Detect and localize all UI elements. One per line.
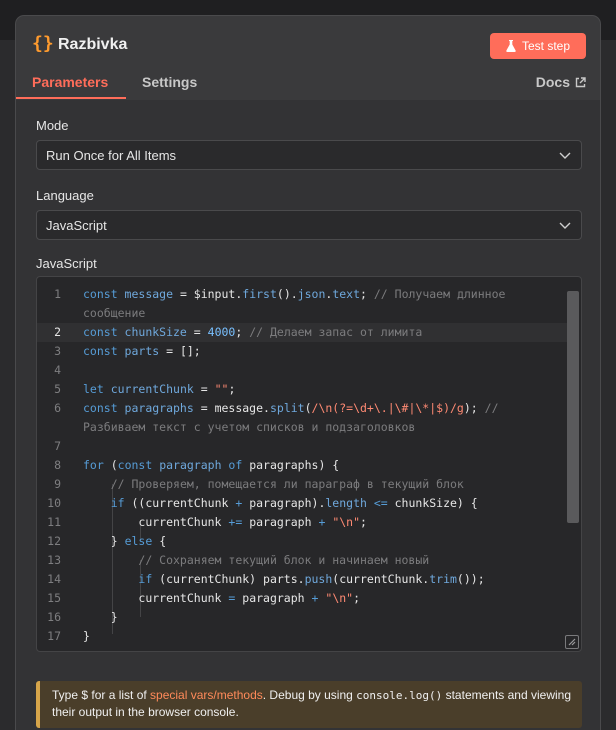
- language-label: Language: [36, 188, 94, 203]
- line-number: 13: [47, 553, 61, 567]
- code-line-text: let currentChunk = "";: [83, 382, 236, 396]
- code-line-text: currentChunk = paragraph + "\n";: [138, 591, 361, 605]
- test-step-label: Test step: [521, 39, 571, 53]
- code-line: 14 if (currentChunk) parts.push(currentC…: [37, 570, 567, 589]
- language-select-value: JavaScript: [46, 218, 107, 233]
- tab-settings[interactable]: Settings: [142, 74, 197, 90]
- code-line: 13 // Сохраняем текущий блок и начинаем …: [37, 551, 567, 570]
- docs-label: Docs: [535, 74, 570, 90]
- code-label: JavaScript: [36, 256, 97, 271]
- code-line-text: const parts = [];: [83, 344, 201, 358]
- mode-select-value: Run Once for All Items: [46, 148, 177, 163]
- code-line: 17 }: [37, 627, 567, 646]
- code-hint-notice: Type $ for a list of special vars/method…: [36, 681, 582, 728]
- test-step-button[interactable]: Test step: [490, 33, 586, 59]
- code-line: 1 const message = $input.first().json.te…: [37, 285, 567, 304]
- code-line: 3 const parts = [];: [37, 342, 567, 361]
- mode-select[interactable]: Run Once for All Items: [36, 140, 582, 170]
- code-line-text: const chunkSize = 4000; // Делаем запас …: [83, 325, 423, 339]
- line-number: 3: [54, 344, 61, 358]
- chevron-down-icon: [559, 222, 571, 229]
- code-line-text: if (currentChunk) parts.push(currentChun…: [138, 572, 485, 586]
- line-number: 7: [54, 439, 61, 453]
- code-line: 10 if ((currentChunk + paragraph).length…: [37, 494, 567, 513]
- external-link-icon: [575, 76, 586, 87]
- tab-parameters[interactable]: Parameters: [32, 74, 108, 90]
- line-number: 12: [47, 534, 61, 548]
- line-number: 17: [47, 629, 61, 643]
- hint-prefix: Type $ for a list of: [52, 688, 151, 702]
- hint-text: Type $ for a list of special vars/method…: [52, 687, 572, 720]
- code-line-text: }: [83, 629, 90, 643]
- code-line: 16 }: [37, 608, 567, 627]
- code-line: 12 } else {: [37, 532, 567, 551]
- node-title[interactable]: Razbivka: [58, 36, 127, 54]
- active-tab-indicator: [16, 97, 126, 99]
- line-number: 10: [47, 496, 61, 510]
- node-panel: {} Razbivka Test step Parameters Setting…: [16, 16, 600, 730]
- code-line: 7: [37, 437, 567, 456]
- line-number: 9: [54, 477, 61, 491]
- special-vars-link[interactable]: special vars/methods: [150, 688, 263, 702]
- resize-handle-icon[interactable]: [565, 635, 579, 649]
- code-line: 9 // Проверяем, помещается ли параграф в…: [37, 475, 567, 494]
- code-braces-icon: {}: [32, 33, 54, 54]
- code-line-text: // Сохраняем текущий блок и начинаем нов…: [138, 553, 430, 567]
- code-line-text: }: [110, 610, 118, 624]
- code-line: 4: [37, 361, 567, 380]
- node-header: {} Razbivka Test step: [16, 16, 600, 74]
- code-line-text: // Проверяем, помещается ли параграф в т…: [110, 477, 464, 491]
- code-editor[interactable]: 1 const message = $input.first().json.te…: [36, 276, 582, 652]
- line-number: 8: [54, 458, 61, 472]
- line-number: 1: [54, 287, 61, 301]
- code-line-text: const message = $input.first().json.text…: [83, 287, 506, 301]
- code-line: 8 for (const paragraph of paragraphs) {: [37, 456, 567, 475]
- line-number: 2: [54, 325, 61, 339]
- beaker-icon: [506, 40, 516, 52]
- code-line-text: сообщение: [83, 306, 146, 320]
- hint-console-log: console.log(): [356, 689, 443, 702]
- code-line: 15 currentChunk = paragraph + "\n";: [37, 589, 567, 608]
- editor-scrollbar[interactable]: [567, 291, 579, 523]
- code-line-text: currentChunk += paragraph + "\n";: [138, 515, 367, 529]
- code-line: 5 let currentChunk = "";: [37, 380, 567, 399]
- code-line-text: Разбиваем текст с учетом списков и подза…: [83, 420, 416, 434]
- hint-middle: . Debug by using: [262, 688, 357, 702]
- code-line: 11 currentChunk += paragraph + "\n";: [37, 513, 567, 532]
- code-line: 6 const paragraphs = message.split(/\n(?…: [37, 399, 567, 418]
- line-number: 14: [47, 572, 61, 586]
- chevron-down-icon: [559, 152, 571, 159]
- parameters-content: Mode Run Once for All Items Language Jav…: [16, 100, 600, 730]
- line-number: 16: [47, 610, 61, 624]
- language-select[interactable]: JavaScript: [36, 210, 582, 240]
- code-line-text: for (const paragraph of paragraphs) {: [83, 458, 340, 472]
- code-line-wrap: Разбиваем текст с учетом списков и подза…: [37, 418, 567, 437]
- line-number: 11: [47, 515, 61, 529]
- code-line-wrap: сообщение: [37, 304, 567, 323]
- tab-bar: Parameters Settings Docs: [16, 74, 600, 158]
- code-line-active: 2 const chunkSize = 4000; // Делаем запа…: [37, 323, 567, 342]
- code-line-text: } else {: [110, 534, 167, 548]
- line-number: 4: [54, 363, 61, 377]
- code-line-text: if ((currentChunk + paragraph).length <=…: [110, 496, 478, 510]
- line-number: 5: [54, 382, 61, 396]
- line-number: 15: [47, 591, 61, 605]
- mode-label: Mode: [36, 118, 69, 133]
- code-line-text: const paragraphs = message.split(/\n(?=\…: [83, 401, 499, 415]
- line-number: 6: [54, 401, 61, 415]
- docs-link[interactable]: Docs: [536, 74, 586, 90]
